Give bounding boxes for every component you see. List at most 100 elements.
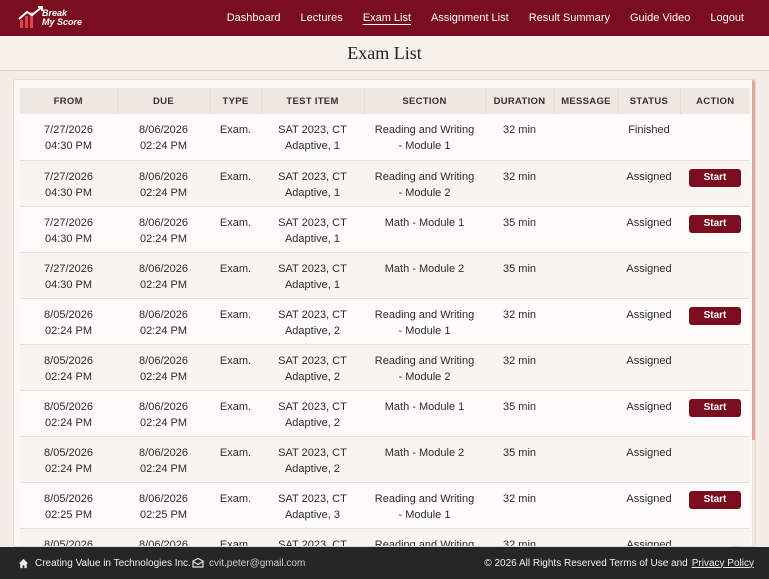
nav-exam-list[interactable]: Exam List: [353, 12, 421, 24]
cell-test-item-line: SAT 2023, CT: [278, 400, 347, 413]
cell-from-line: 02:24 PM: [44, 324, 93, 337]
start-exam-button[interactable]: Start: [689, 490, 741, 509]
scrollbar-thumb[interactable]: [752, 80, 755, 440]
start-exam-button[interactable]: Start: [689, 306, 741, 325]
cell-status: Assigned: [626, 262, 672, 275]
nav-guide-video[interactable]: Guide Video: [620, 12, 700, 24]
header-message[interactable]: MESSAGE: [554, 88, 619, 114]
cell-test-item: SAT 2023, CT: [261, 528, 364, 547]
exam-table-body: 7/27/2026 04:30 PM 8/06/2026 02:24 PM Exam. S…: [20, 114, 750, 547]
cell-due-line: 8/06/2026: [139, 262, 188, 275]
cell-duration: 32 min: [502, 492, 537, 505]
cell-from-line: 04:30 PM: [44, 278, 93, 291]
cell-due: 8/06/2026 02:24 PM: [117, 160, 210, 206]
privacy-policy-link[interactable]: Privacy Policy: [692, 558, 754, 569]
main-content: FROM DUE TYPE TEST ITEM SECTION DURATION…: [0, 71, 769, 579]
cell-from-line: 04:30 PM: [44, 140, 93, 152]
header-due[interactable]: DUE: [117, 88, 211, 114]
header-type[interactable]: TYPE: [210, 88, 262, 114]
header-action: ACTION: [680, 88, 750, 114]
cell-section-line: Reading and Writing: [374, 538, 475, 547]
cell-test-item-line: Adaptive, 1: [284, 232, 341, 245]
cell-action: [680, 114, 750, 160]
cell-due: 8/06/2026 02:24 PM: [117, 206, 210, 252]
cell-due-line: 8/06/2026: [139, 492, 188, 505]
brand-logo[interactable]: Break My Score: [18, 5, 88, 31]
cell-message: [554, 298, 618, 344]
nav-assignment-list[interactable]: Assignment List: [421, 12, 519, 24]
cell-from-line: 8/05/2026: [44, 400, 93, 413]
cell-message: [554, 436, 618, 482]
cell-test-item-line: SAT 2023, CT: [278, 492, 347, 505]
cell-test-item-line: SAT 2023, CT: [278, 354, 347, 367]
cell-type: Exam.: [219, 308, 252, 321]
cell-test-item: SAT 2023, CT Adaptive, 3: [261, 482, 364, 528]
start-exam-button[interactable]: Start: [689, 214, 741, 233]
cell-section: Reading and Writing - Module 2: [364, 160, 485, 206]
cell-test-item-line: SAT 2023, CT: [278, 170, 347, 183]
cell-test-item-line: Adaptive, 2: [284, 416, 341, 429]
cell-due-line: 02:25 PM: [139, 508, 188, 521]
cell-action: Start: [680, 206, 750, 252]
cell-section: Reading and Writing: [364, 528, 485, 547]
cell-due: 8/06/2026 02:24 PM: [117, 344, 210, 390]
cell-due: 8/06/2026 02:24 PM: [117, 298, 210, 344]
table-row: 8/05/2026 02:24 PM 8/06/2026 02:24 PM Exam. S…: [20, 436, 750, 482]
cell-test-item: SAT 2023, CT Adaptive, 2: [261, 298, 364, 344]
cell-status: Assigned: [626, 492, 672, 505]
cell-action: [680, 344, 750, 390]
cell-duration: 35 min: [502, 262, 537, 275]
cell-from: 7/27/2026 04:30 PM: [20, 114, 117, 160]
nav-lectures[interactable]: Lectures: [291, 12, 353, 24]
cell-duration: 32 min: [502, 170, 537, 183]
scrollbar-track[interactable]: [752, 80, 755, 546]
cell-due-line: 8/06/2026: [139, 124, 188, 136]
cell-type: Exam.: [219, 262, 252, 275]
header-duration[interactable]: DURATION: [485, 88, 555, 114]
cell-type: Exam.: [219, 446, 252, 459]
start-exam-button[interactable]: Start: [689, 168, 741, 187]
cell-due-line: 02:24 PM: [139, 232, 188, 245]
exam-table-card[interactable]: FROM DUE TYPE TEST ITEM SECTION DURATION…: [13, 79, 756, 547]
email-text[interactable]: cvit.peter@gmail.com: [209, 558, 305, 569]
cell-due-line: 8/06/2026: [139, 400, 188, 413]
cell-section-line: - Module 1: [398, 508, 451, 521]
start-exam-button[interactable]: Start: [689, 398, 741, 417]
cell-status: Assigned: [626, 400, 672, 413]
cell-section: Math - Module 2: [364, 252, 485, 298]
cell-type: Exam.: [219, 354, 252, 367]
cell-duration: 32 min: [502, 308, 537, 321]
cell-due-line: 8/06/2026: [139, 354, 188, 367]
logo-text: Break My Score: [42, 9, 82, 27]
cell-from: 8/05/2026: [20, 528, 117, 547]
nav-dashboard[interactable]: Dashboard: [217, 12, 291, 24]
cell-due: 8/06/2026 02:24 PM: [117, 114, 210, 160]
cell-section-line: Reading and Writing: [374, 354, 475, 367]
header-test-item[interactable]: TEST ITEM: [261, 88, 365, 114]
cell-status: Assigned: [626, 308, 672, 321]
cell-duration: 32 min: [502, 124, 537, 136]
cell-from: 7/27/2026 04:30 PM: [20, 160, 117, 206]
cell-test-item-line: Adaptive, 1: [284, 140, 341, 152]
cell-from-line: 8/05/2026: [44, 354, 93, 367]
nav-result-summary[interactable]: Result Summary: [519, 12, 620, 24]
cell-duration: 32 min: [502, 354, 537, 367]
header-section[interactable]: SECTION: [364, 88, 486, 114]
cell-type: Exam.: [219, 216, 252, 229]
header-status[interactable]: STATUS: [618, 88, 681, 114]
cell-from: 7/27/2026 04:30 PM: [20, 252, 117, 298]
cell-due-line: 02:24 PM: [139, 416, 188, 429]
cell-section-line: - Module 2: [398, 370, 451, 383]
table-row: 7/27/2026 04:30 PM 8/06/2026 02:24 PM Exam. S…: [20, 160, 750, 206]
cell-from-line: 02:24 PM: [44, 462, 93, 475]
header-from[interactable]: FROM: [20, 88, 118, 114]
table-row: 8/05/2026 02:25 PM 8/06/2026 02:25 PM Exam. S…: [20, 482, 750, 528]
nav-logout[interactable]: Logout: [700, 12, 754, 24]
cell-from-line: 7/27/2026: [44, 170, 93, 183]
page-header: Exam List: [0, 36, 769, 71]
cell-section: Reading and Writing - Module 1: [364, 298, 485, 344]
footer-email[interactable]: cvit.peter@gmail.com: [192, 558, 305, 569]
cell-due: 8/06/2026: [117, 528, 210, 547]
cell-test-item-line: Adaptive, 2: [284, 462, 341, 475]
cell-due-line: 8/06/2026: [139, 216, 188, 229]
